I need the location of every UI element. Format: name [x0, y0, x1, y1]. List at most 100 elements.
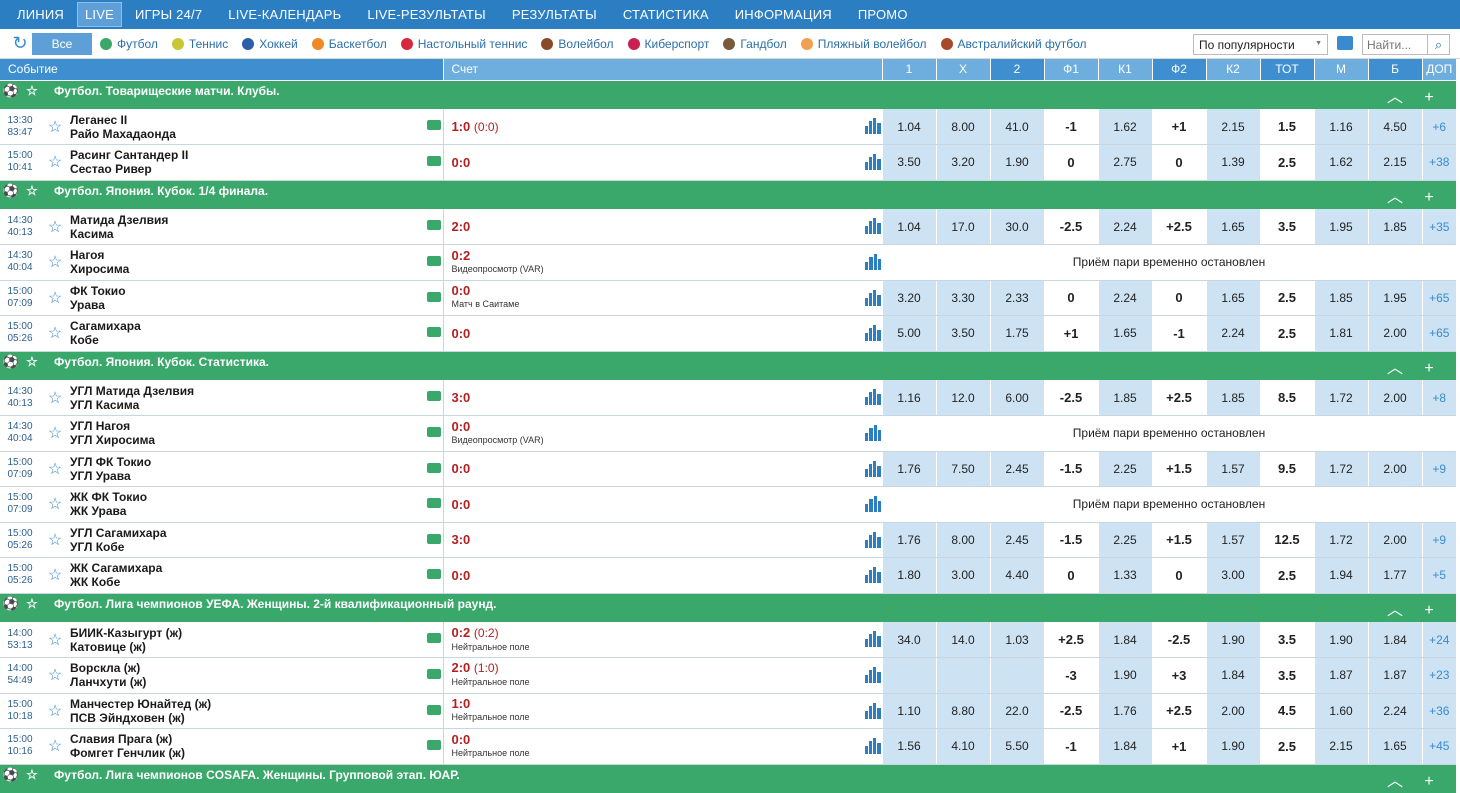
odds-cell[interactable]: 5.50 [989, 728, 1044, 765]
match-row[interactable]: 15:00 07:09 ☆ ФК Токио Урава 0:0 Матч в Саитам… [0, 280, 1456, 316]
teams[interactable]: ЖК Сагамихара ЖК Кобе [70, 557, 444, 594]
odds-cell[interactable]: 1.33 [1097, 557, 1152, 594]
away-team[interactable]: Кобе [70, 333, 443, 347]
add-icon[interactable]: + [1412, 773, 1446, 791]
favorite-star-icon[interactable]: ☆ [40, 557, 70, 594]
live-stream-icon[interactable] [426, 427, 441, 437]
more-bets-link[interactable]: +45 [1421, 728, 1456, 765]
away-team[interactable]: ПСВ Эйндховен (ж) [70, 711, 443, 725]
odds-cell[interactable]: 1.84 [1097, 622, 1152, 658]
home-team[interactable]: УГЛ Матида Дзелвия [70, 384, 443, 398]
match-row[interactable]: 13:30 83:47 ☆ Леганес II Райо Махадаонда 1:0 … [0, 109, 1456, 145]
odds-cell[interactable]: 3.50 [881, 144, 936, 181]
odds-cell[interactable]: 1.84 [1367, 622, 1422, 658]
sport-filter-item[interactable]: Пляжный волейбол [800, 37, 927, 51]
odds-cell[interactable]: 22.0 [989, 693, 1044, 729]
match-row[interactable]: 14:00 54:49 ☆ Ворскла (ж) Ланчхути (ж) 2:0 (1… [0, 657, 1456, 694]
odds-cell[interactable]: 2.00 [1367, 315, 1422, 352]
home-team[interactable]: Нагоя [70, 248, 443, 262]
odds-cell[interactable]: 1.62 [1097, 109, 1152, 145]
odds-cell[interactable]: 2.45 [989, 451, 1044, 487]
sport-filter-item[interactable]: Хоккей [242, 37, 298, 51]
odds-cell[interactable]: 1.90 [1313, 622, 1368, 658]
odds-cell[interactable]: 1.65 [1367, 728, 1422, 765]
odds-cell[interactable]: -2.5 [1043, 380, 1098, 416]
favorite-star-icon[interactable]: ☆ [40, 728, 70, 765]
odds-cell[interactable]: -2.5 [1151, 622, 1206, 658]
more-bets-link[interactable]: +65 [1421, 280, 1456, 316]
match-row[interactable]: 14:00 53:13 ☆ БИИК-Казыгурт (ж) Катовице (ж)… [0, 622, 1456, 658]
refresh-icon[interactable]: ↻ [8, 33, 32, 54]
odds-cell[interactable]: 1.57 [1205, 522, 1260, 558]
statistics-icon[interactable] [864, 460, 881, 477]
odds-cell[interactable]: 1.80 [881, 557, 936, 594]
odds-cell[interactable]: 2.45 [989, 522, 1044, 558]
odds-cell[interactable] [881, 657, 936, 694]
odds-cell[interactable]: 1.81 [1313, 315, 1368, 352]
nav-item[interactable]: ЛИНИЯ [4, 0, 77, 29]
teams[interactable]: Расинг Сантандер II Сестао Ривер [70, 144, 444, 181]
odds-cell[interactable]: 12.5 [1259, 522, 1314, 558]
odds-cell[interactable]: 1.16 [1313, 109, 1368, 145]
nav-item[interactable]: ПРОМО [845, 0, 921, 29]
odds-cell[interactable]: 1.90 [1205, 622, 1260, 658]
away-team[interactable]: УГЛ Касима [70, 398, 443, 412]
odds-cell[interactable]: 1.76 [881, 522, 936, 558]
favorite-star-icon[interactable]: ☆ [40, 109, 70, 145]
odds-cell[interactable]: 2.5 [1259, 728, 1314, 765]
odds-cell[interactable]: 1.72 [1313, 522, 1368, 558]
odds-cell[interactable]: -1 [1043, 109, 1098, 145]
teams[interactable]: ЖК ФК Токио ЖК Урава [70, 486, 444, 523]
odds-cell[interactable]: 1.04 [881, 209, 936, 245]
away-team[interactable]: Урава [70, 298, 443, 312]
favorite-star-icon[interactable]: ☆ [22, 596, 42, 612]
odds-cell[interactable]: 0 [1151, 280, 1206, 316]
home-team[interactable]: ЖК ФК Токио [70, 490, 443, 504]
add-icon[interactable]: + [1412, 189, 1446, 207]
odds-cell[interactable]: 1.5 [1259, 109, 1314, 145]
live-stream-icon[interactable] [426, 391, 441, 401]
odds-cell[interactable]: 7.50 [935, 451, 990, 487]
add-icon[interactable]: + [1412, 360, 1446, 378]
odds-cell[interactable]: 0 [1043, 144, 1098, 181]
search-icon[interactable]: ⌕ [1427, 35, 1449, 54]
away-team[interactable]: Фомгет Генчлик (ж) [70, 746, 443, 760]
away-team[interactable]: Ланчхути (ж) [70, 675, 443, 689]
statistics-icon[interactable] [864, 702, 881, 719]
sport-filter-item[interactable]: Волейбол [541, 37, 614, 51]
home-team[interactable]: Ворскла (ж) [70, 661, 443, 675]
away-team[interactable]: Райо Махадаонда [70, 127, 443, 141]
odds-cell[interactable]: 0 [1151, 144, 1206, 181]
favorite-star-icon[interactable]: ☆ [40, 380, 70, 416]
odds-cell[interactable]: 1.60 [1313, 693, 1368, 729]
teams[interactable]: Славия Прага (ж) Фомгет Генчлик (ж) [70, 728, 444, 765]
live-stream-icon[interactable] [426, 462, 441, 473]
odds-cell[interactable]: -2.5 [1043, 693, 1098, 729]
odds-cell[interactable]: 3.30 [935, 280, 990, 316]
odds-cell[interactable]: 4.40 [989, 557, 1044, 594]
favorite-star-icon[interactable]: ☆ [40, 451, 70, 487]
odds-cell[interactable]: 2.33 [989, 280, 1044, 316]
odds-cell[interactable]: 2.00 [1367, 451, 1422, 487]
favorite-star-icon[interactable]: ☆ [22, 767, 42, 783]
odds-cell[interactable]: 1.57 [1205, 451, 1260, 487]
odds-cell[interactable]: 0 [1043, 280, 1098, 316]
odds-cell[interactable]: -3 [1043, 657, 1098, 694]
favorite-star-icon[interactable]: ☆ [40, 280, 70, 316]
odds-cell[interactable]: 1.90 [1205, 728, 1260, 765]
odds-cell[interactable]: 2.5 [1259, 144, 1314, 181]
home-team[interactable]: УГЛ ФК Токио [70, 455, 443, 469]
odds-cell[interactable]: +3 [1151, 657, 1206, 694]
odds-cell[interactable]: 9.5 [1259, 451, 1314, 487]
odds-cell[interactable]: -2.5 [1043, 209, 1098, 245]
away-team[interactable]: Касима [70, 227, 443, 241]
all-sports-button[interactable]: Все [32, 32, 92, 55]
odds-cell[interactable]: 12.0 [935, 380, 990, 416]
odds-cell[interactable]: +2.5 [1151, 209, 1206, 245]
odds-cell[interactable]: 2.15 [1313, 728, 1368, 765]
odds-cell[interactable]: 2.15 [1205, 109, 1260, 145]
favorite-star-icon[interactable]: ☆ [40, 315, 70, 352]
teams[interactable]: Ворскла (ж) Ланчхути (ж) [70, 657, 444, 694]
match-row[interactable]: 15:00 10:16 ☆ Славия Прага (ж) Фомгет Генчли… [0, 728, 1456, 765]
favorite-star-icon[interactable]: ☆ [22, 354, 42, 370]
